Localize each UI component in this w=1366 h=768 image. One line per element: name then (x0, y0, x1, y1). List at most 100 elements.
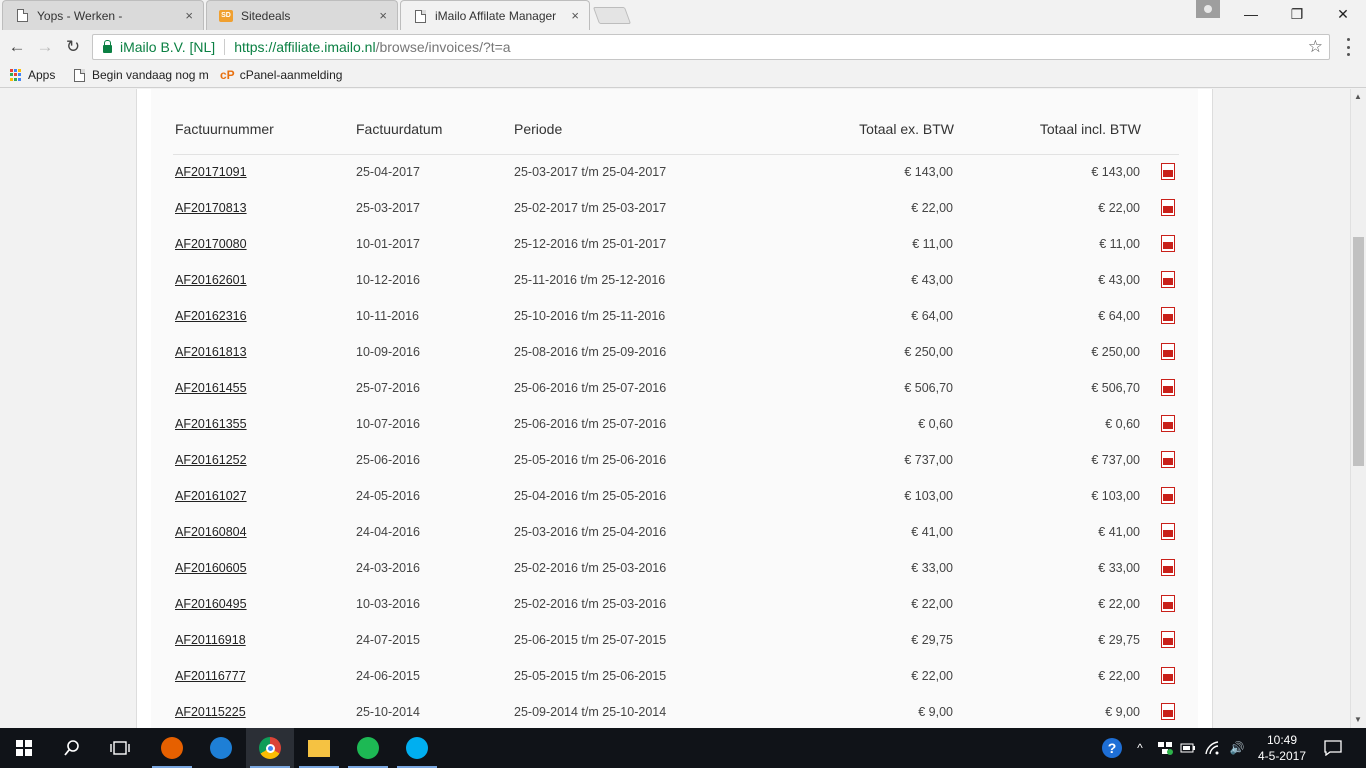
close-icon[interactable]: × (379, 9, 387, 23)
invoice-number-link[interactable]: AF20161813 (175, 345, 247, 359)
invoice-total-incl: € 0,60 (1105, 417, 1140, 431)
invoice-total-ex: € 103,00 (904, 489, 953, 503)
invoice-total-incl: € 11,00 (1099, 237, 1140, 251)
invoice-number-link[interactable]: AF20116777 (175, 669, 246, 683)
invoice-number-link[interactable]: AF20160804 (175, 525, 247, 539)
close-window-button[interactable]: ✕ (1320, 0, 1366, 28)
tab-strip: Yops - Werken - × SD Sitedeals × iMailo … (0, 0, 1366, 31)
pdf-icon[interactable] (1161, 703, 1175, 720)
spotify-icon (357, 737, 379, 759)
restore-button[interactable]: ❐ (1274, 0, 1320, 28)
invoice-date: 24-07-2015 (356, 633, 420, 647)
pdf-icon[interactable] (1161, 487, 1175, 504)
tab-imailo[interactable]: iMailo Affilate Manager × (400, 0, 590, 31)
invoice-number-link[interactable]: AF20161027 (175, 489, 247, 503)
taskbar-edge-button[interactable] (197, 728, 245, 768)
new-tab-button[interactable] (592, 7, 632, 24)
invoice-date: 10-01-2017 (356, 237, 420, 251)
invoice-number-link[interactable]: AF20162316 (175, 309, 247, 323)
invoice-number-link[interactable]: AF20161252 (175, 453, 247, 467)
wifi-icon[interactable] (1202, 728, 1222, 768)
invoice-total-ex: € 41,00 (911, 525, 953, 539)
reload-button[interactable]: ↻ (62, 36, 84, 58)
minimize-button[interactable]: — (1228, 0, 1274, 28)
invoice-period: 25-02-2017 t/m 25-03-2017 (514, 201, 667, 215)
close-icon[interactable]: × (185, 9, 193, 23)
pdf-icon[interactable] (1161, 667, 1175, 684)
bookmark-apps[interactable]: Apps (10, 68, 55, 82)
invoice-period: 25-10-2016 t/m 25-11-2016 (514, 309, 666, 323)
url-path: /browse/invoices/?t=a (375, 39, 511, 55)
url-base: https://affiliate.imailo.nl (234, 39, 376, 55)
clock-date: 4-5-2017 (1257, 749, 1307, 763)
back-button[interactable]: ← (6, 36, 28, 58)
invoice-number-link[interactable]: AF20161355 (175, 417, 247, 431)
pdf-icon[interactable] (1161, 595, 1175, 612)
invoice-number-link[interactable]: AF20160605 (175, 561, 247, 575)
pdf-icon[interactable] (1161, 451, 1175, 468)
invoice-number-link[interactable]: AF20170813 (175, 201, 247, 215)
invoice-panel: Factuurnummer Factuurdatum Periode Totaa… (151, 89, 1198, 728)
pdf-icon[interactable] (1161, 343, 1175, 360)
taskbar-file-explorer-button[interactable] (295, 728, 343, 768)
address-bar[interactable]: iMailo B.V. [NL] https://affiliate.imail… (92, 34, 1330, 60)
invoice-total-incl: € 143,00 (1091, 165, 1140, 179)
pdf-icon[interactable] (1161, 379, 1175, 396)
taskbar-spotify-button[interactable] (344, 728, 392, 768)
system-clock[interactable]: 10:49 4-5-2017 (1252, 732, 1312, 764)
action-center-icon[interactable] (1318, 728, 1348, 768)
taskbar-chrome-button[interactable] (246, 728, 294, 768)
invoice-total-ex: € 506,70 (904, 381, 953, 395)
task-view-button[interactable] (96, 728, 144, 768)
battery-icon[interactable] (1178, 728, 1198, 768)
invoice-total-incl: € 41,00 (1098, 525, 1140, 539)
scroll-up-arrow[interactable]: ▲ (1354, 92, 1362, 101)
pdf-icon[interactable] (1161, 523, 1175, 540)
invoice-number-link[interactable]: AF20171091 (175, 165, 247, 179)
taskbar-firefox-button[interactable] (148, 728, 196, 768)
table-row: AF20115225 25-10-2014 25-09-2014 t/m 25-10… (173, 695, 1179, 728)
forward-button[interactable]: → (34, 36, 56, 58)
bookmark-cpanel[interactable]: cP cPanel-aanmelding (220, 68, 342, 82)
pdf-icon[interactable] (1161, 163, 1175, 180)
invoice-number-link[interactable]: AF20115225 (175, 705, 246, 719)
pdf-icon[interactable] (1161, 271, 1175, 288)
help-icon[interactable]: ? (1098, 728, 1126, 768)
invoice-number-link[interactable]: AF20161455 (175, 381, 247, 395)
tab-yops[interactable]: Yops - Werken - × (2, 0, 204, 30)
dropbox-sync-icon[interactable] (1154, 728, 1176, 768)
close-icon[interactable]: × (571, 9, 579, 23)
profile-icon[interactable] (1196, 0, 1220, 18)
site-identity[interactable]: iMailo B.V. [NL] (120, 39, 215, 55)
content-card: Factuurnummer Factuurdatum Periode Totaa… (136, 89, 1213, 728)
pdf-icon[interactable] (1161, 235, 1175, 252)
folder-icon (308, 739, 330, 757)
invoice-number-link[interactable]: AF20162601 (175, 273, 247, 287)
taskbar-skype-button[interactable] (393, 728, 441, 768)
volume-icon[interactable]: 🔊 (1226, 728, 1248, 768)
invoice-period: 25-04-2016 t/m 25-05-2016 (514, 489, 667, 503)
vertical-scrollbar[interactable]: ▲ ▼ (1350, 89, 1366, 728)
pdf-icon[interactable] (1161, 559, 1175, 576)
scrollbar-thumb[interactable] (1353, 237, 1364, 466)
tray-overflow-chevron-icon[interactable]: ^ (1130, 728, 1150, 768)
document-icon (15, 9, 29, 23)
search-button[interactable] (48, 728, 96, 768)
pdf-icon[interactable] (1161, 199, 1175, 216)
invoice-number-link[interactable]: AF20116918 (175, 633, 246, 647)
table-row: AF20161813 10-09-2016 25-08-2016 t/m 25-09… (173, 335, 1179, 371)
invoice-total-incl: € 737,00 (1091, 453, 1140, 467)
bookmark-begin-vandaag[interactable]: Begin vandaag nog m (74, 68, 209, 82)
invoice-number-link[interactable]: AF20170080 (175, 237, 247, 251)
invoice-period: 25-11-2016 t/m 25-12-2016 (514, 273, 666, 287)
scroll-down-arrow[interactable]: ▼ (1354, 715, 1362, 724)
start-button[interactable] (0, 728, 48, 768)
pdf-icon[interactable] (1161, 631, 1175, 648)
bookmark-star-icon[interactable]: ☆ (1308, 37, 1323, 57)
invoice-table-header: Factuurnummer Factuurdatum Periode Totaa… (173, 89, 1179, 155)
pdf-icon[interactable] (1161, 415, 1175, 432)
browser-menu-icon[interactable] (1338, 38, 1358, 56)
invoice-number-link[interactable]: AF20160495 (175, 597, 247, 611)
pdf-icon[interactable] (1161, 307, 1175, 324)
tab-sitedeals[interactable]: SD Sitedeals × (206, 0, 398, 30)
